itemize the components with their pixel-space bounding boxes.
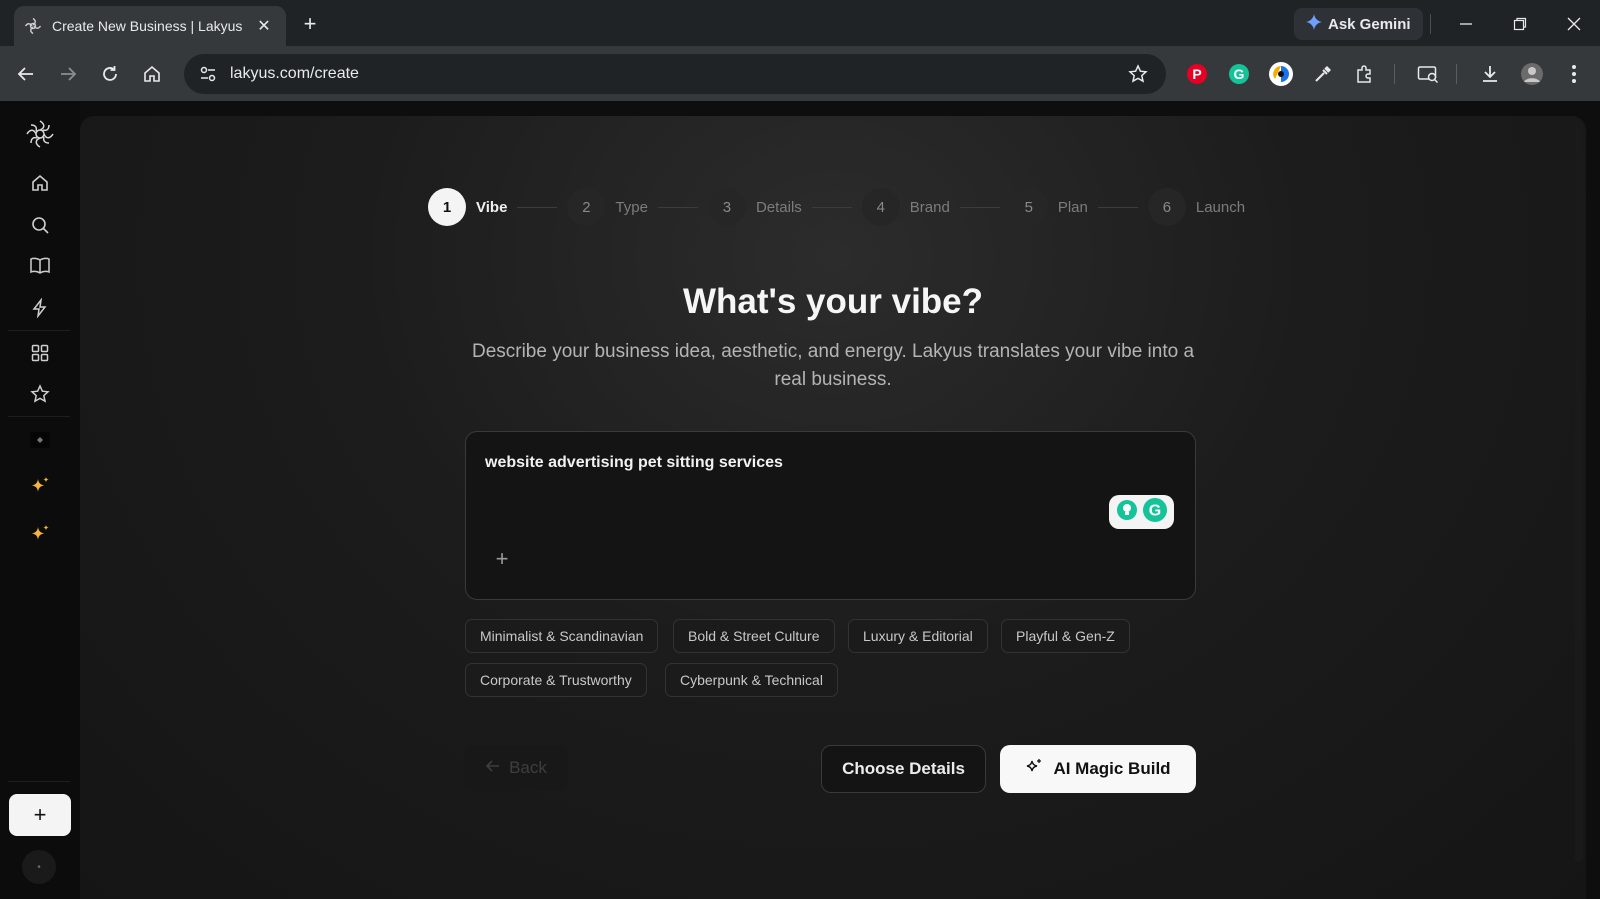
vibe-chip[interactable]: Bold & Street Culture: [673, 619, 835, 653]
grammarly-widget[interactable]: G: [1109, 495, 1174, 529]
download-icon[interactable]: [1476, 60, 1504, 88]
step-number: 6: [1147, 188, 1186, 226]
grid-icon[interactable]: [24, 337, 56, 369]
scrollbar[interactable]: [1575, 122, 1583, 862]
back-button-label: Back: [509, 758, 547, 777]
ai-magic-build-button[interactable]: AI Magic Build: [1000, 745, 1196, 793]
lakyus-logo-icon[interactable]: [24, 118, 56, 150]
step-connector: [517, 206, 558, 208]
step-plan[interactable]: 5 Plan: [1009, 188, 1148, 226]
site-settings-icon[interactable]: [196, 62, 220, 86]
step-launch[interactable]: 6 Launch: [1147, 188, 1246, 226]
back-button[interactable]: Back: [464, 745, 568, 791]
grammarly-extension-icon[interactable]: G: [1225, 60, 1253, 88]
lakyus-favicon-icon: [24, 17, 42, 35]
step-label: Type: [615, 198, 648, 216]
restore-icon[interactable]: [1506, 10, 1534, 38]
window-close-icon[interactable]: [1560, 10, 1588, 38]
book-icon[interactable]: [24, 250, 56, 282]
svg-text:G: G: [1148, 502, 1160, 519]
sidebar-divider: [8, 781, 70, 782]
attach-plus-icon[interactable]: +: [490, 546, 514, 571]
url-text: lakyus.com/create: [230, 65, 359, 82]
tab-close-icon[interactable]: ✕: [252, 14, 276, 38]
browser-toolbar: lakyus.com/create P G: [0, 46, 1600, 101]
sparkle-icon[interactable]: [24, 519, 56, 551]
step-label: Plan: [1057, 198, 1088, 216]
new-tab-button[interactable]: +: [298, 11, 322, 36]
step-connector: [959, 206, 1000, 208]
vibe-chip[interactable]: Corporate & Trustworthy: [465, 663, 647, 697]
gemini-sparkle-icon: [1306, 14, 1322, 34]
step-connector: [1097, 206, 1138, 208]
eyedropper-extension-icon[interactable]: [1309, 60, 1337, 88]
lightning-icon[interactable]: [24, 292, 56, 324]
step-label: Launch: [1195, 198, 1246, 216]
choose-details-button[interactable]: Choose Details: [821, 745, 986, 793]
step-connector: [811, 206, 852, 208]
reload-icon[interactable]: [96, 60, 124, 88]
create-business-panel: 1 Vibe 2 Type 3 Details 4 Brand 5 Plan 6…: [80, 116, 1586, 899]
step-vibe[interactable]: 1 Vibe: [428, 188, 567, 226]
toolbar-divider: [1394, 64, 1395, 84]
step-details[interactable]: 3 Details: [707, 188, 862, 226]
step-type[interactable]: 2 Type: [567, 188, 708, 226]
sparkles-icon: [1025, 758, 1043, 781]
ask-gemini-button[interactable]: Ask Gemini: [1294, 8, 1423, 40]
page-title: What's your vibe?: [682, 282, 984, 321]
home-icon[interactable]: [138, 60, 166, 88]
step-label: Brand: [909, 198, 950, 216]
vibe-chip[interactable]: Minimalist & Scandinavian: [465, 619, 659, 653]
step-brand[interactable]: 4 Brand: [861, 188, 1010, 226]
tabbar-divider: [1430, 14, 1431, 34]
vibe-chip[interactable]: Luxury & Editorial: [848, 619, 988, 653]
home-icon[interactable]: [24, 167, 56, 199]
back-arrow-icon[interactable]: [12, 60, 40, 88]
vibe-input[interactable]: website advertising pet sitting services…: [465, 431, 1196, 600]
sidebar-divider: [8, 416, 70, 417]
step-number: 1: [428, 188, 466, 226]
step-number: 3: [707, 188, 746, 226]
pinterest-extension-icon[interactable]: P: [1183, 60, 1211, 88]
step-number: 5: [1009, 188, 1048, 226]
step-label: Vibe: [476, 198, 508, 216]
step-label: Details: [755, 198, 802, 216]
progress-stepper: 1 Vibe 2 Type 3 Details 4 Brand 5 Plan 6…: [428, 188, 1245, 226]
toolbar-divider: [1456, 64, 1457, 84]
menu-dots-icon[interactable]: [1560, 60, 1588, 88]
forward-arrow-icon[interactable]: [54, 60, 82, 88]
profile-avatar-icon[interactable]: [1518, 60, 1546, 88]
color-extension-icon[interactable]: [1267, 60, 1295, 88]
search-icon[interactable]: [24, 209, 56, 241]
bookmark-star-icon[interactable]: [1126, 62, 1150, 86]
star-icon[interactable]: [24, 378, 56, 410]
minimize-icon[interactable]: [1452, 10, 1480, 38]
ask-gemini-label: Ask Gemini: [1328, 15, 1411, 33]
browser-tab-active[interactable]: Create New Business | Lakyus ✕: [14, 6, 286, 46]
sidebar-divider: [8, 330, 70, 331]
lightbulb-icon: [1116, 499, 1138, 526]
user-avatar[interactable]: •: [22, 850, 56, 884]
ai-magic-build-label: AI Magic Build: [1053, 759, 1171, 778]
extensions-puzzle-icon[interactable]: [1351, 60, 1379, 88]
browser-tabbar: Create New Business | Lakyus ✕ + Ask Gem…: [0, 0, 1600, 46]
page-subtitle: Describe your business idea, aesthetic, …: [471, 341, 1195, 390]
vibe-chip[interactable]: Playful & Gen-Z: [1001, 619, 1130, 653]
step-number: 4: [861, 188, 900, 226]
step-number: 2: [567, 188, 606, 226]
tab-title: Create New Business | Lakyus: [52, 18, 243, 34]
new-project-button[interactable]: +: [9, 794, 71, 836]
vibe-chip[interactable]: Cyberpunk & Technical: [665, 663, 838, 697]
svg-text:G: G: [1234, 66, 1245, 82]
arrow-left-icon: [485, 758, 501, 779]
app-sidebar: + •: [0, 101, 80, 899]
step-connector: [657, 206, 698, 208]
grammarly-g-icon: G: [1142, 497, 1168, 528]
workspace-thumbnail-icon[interactable]: [24, 424, 56, 456]
sparkle-icon[interactable]: [24, 471, 56, 503]
vibe-input-value: website advertising pet sitting services: [485, 454, 783, 471]
svg-text:P: P: [1192, 66, 1201, 82]
tab-search-icon[interactable]: [1414, 60, 1442, 88]
address-bar[interactable]: lakyus.com/create: [184, 54, 1166, 94]
